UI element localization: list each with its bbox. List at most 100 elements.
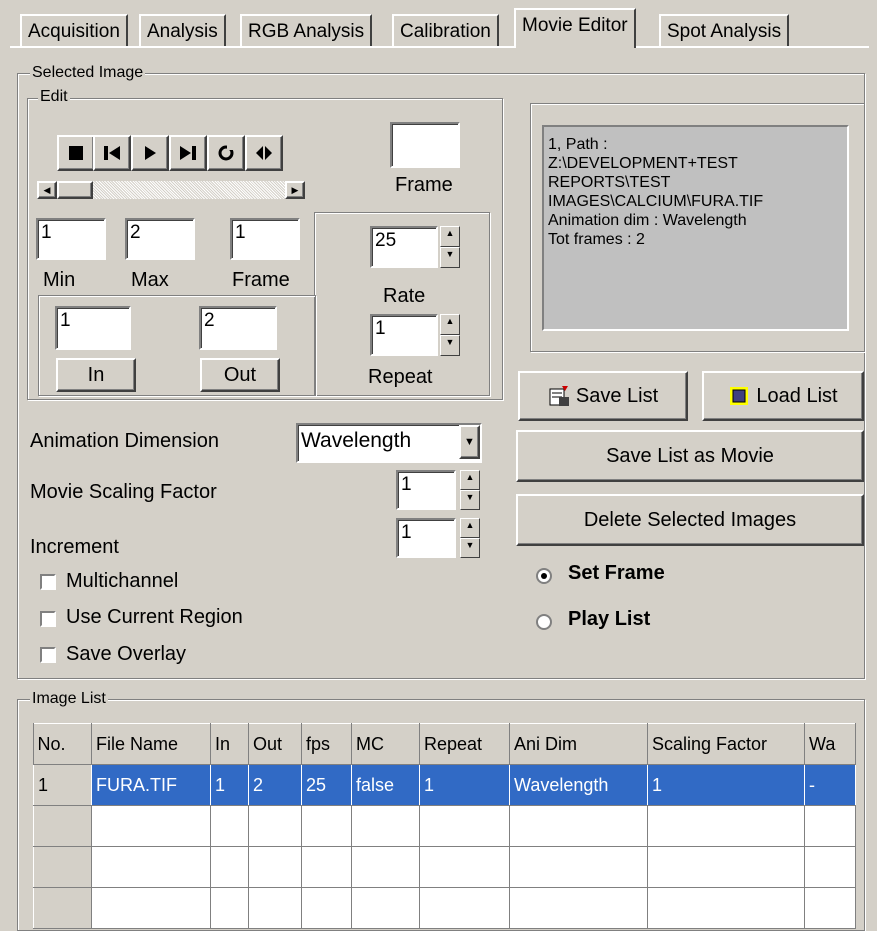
- play-button[interactable]: [131, 135, 169, 171]
- tab-spot-analysis[interactable]: Spot Analysis: [659, 14, 790, 46]
- dropdown-button[interactable]: ▼: [459, 425, 480, 459]
- scroll-left-button[interactable]: ◀: [37, 181, 57, 199]
- repeat-field[interactable]: 1: [370, 314, 438, 356]
- play-list-radio[interactable]: [536, 614, 552, 630]
- min-field[interactable]: 1: [36, 218, 106, 260]
- spin-up-icon[interactable]: ▲: [460, 470, 480, 490]
- table-cell: [419, 846, 510, 888]
- table-cell: FURA.TIF: [91, 764, 211, 806]
- loop-button[interactable]: [207, 135, 245, 171]
- column-header[interactable]: fps: [301, 723, 352, 765]
- rate-field[interactable]: 25: [370, 226, 438, 268]
- spin-down-icon[interactable]: ▼: [460, 490, 480, 510]
- column-header[interactable]: Wa: [804, 723, 856, 765]
- load-list-label: Load List: [756, 384, 838, 407]
- tab-label: Calibration: [400, 21, 491, 42]
- movie-scaling-field[interactable]: 1: [396, 470, 456, 510]
- increment-spinner[interactable]: ▲ ▼: [460, 518, 480, 558]
- info-line: Z:\DEVELOPMENT+TEST: [548, 155, 738, 172]
- play-list-label: Play List: [568, 608, 651, 630]
- use-current-region-checkbox[interactable]: [40, 611, 56, 627]
- tab-movie-editor[interactable]: Movie Editor: [514, 8, 636, 48]
- play-icon: [145, 146, 156, 160]
- save-list-icon: [549, 386, 569, 406]
- image-list-grid[interactable]: No. File Name In Out fps MC Repeat Ani D…: [33, 723, 856, 929]
- load-list-button[interactable]: Load List: [702, 371, 864, 421]
- table-cell: 25: [301, 764, 352, 806]
- table-cell: [647, 887, 805, 929]
- tab-rgb-analysis[interactable]: RGB Analysis: [240, 14, 373, 46]
- movie-scaling-label: Movie Scaling Factor: [30, 481, 217, 503]
- tab-label: Movie Editor: [522, 15, 628, 36]
- in-field[interactable]: 1: [55, 306, 131, 350]
- column-header[interactable]: In: [210, 723, 249, 765]
- spin-up-icon[interactable]: ▲: [440, 226, 460, 247]
- scaling-spinner[interactable]: ▲ ▼: [460, 470, 480, 510]
- table-row[interactable]: [33, 887, 856, 929]
- tab-calibration[interactable]: Calibration: [392, 14, 499, 46]
- column-header[interactable]: Out: [248, 723, 302, 765]
- column-header[interactable]: Ani Dim: [509, 723, 648, 765]
- selected-image-title: Selected Image: [30, 64, 146, 81]
- delete-selected-images-button[interactable]: Delete Selected Images: [516, 494, 864, 546]
- table-row[interactable]: [33, 805, 856, 847]
- scroll-thumb[interactable]: [57, 181, 93, 199]
- column-header[interactable]: Scaling Factor: [647, 723, 805, 765]
- multichannel-checkbox[interactable]: [40, 574, 56, 590]
- table-cell: [301, 805, 352, 847]
- table-cell: [419, 805, 510, 847]
- table-cell: [804, 887, 856, 929]
- save-list-as-movie-button[interactable]: Save List as Movie: [516, 430, 864, 482]
- set-frame-radio[interactable]: [536, 568, 552, 584]
- table-cell: [419, 887, 510, 929]
- spin-down-icon[interactable]: ▼: [460, 538, 480, 558]
- info-line: REPORTS\TEST: [548, 174, 671, 191]
- stop-icon: [69, 146, 83, 160]
- table-cell: 2: [248, 764, 302, 806]
- table-cell: [91, 887, 211, 929]
- last-frame-button[interactable]: [169, 135, 207, 171]
- table-cell: [351, 887, 420, 929]
- frame-display-field[interactable]: [390, 122, 460, 168]
- image-info-box: 1, Path : Z:\DEVELOPMENT+TEST REPORTS\TE…: [542, 125, 849, 331]
- max-field[interactable]: 2: [125, 218, 195, 260]
- table-row[interactable]: [33, 846, 856, 888]
- repeat-spinner[interactable]: ▲ ▼: [440, 314, 460, 356]
- save-overlay-checkbox[interactable]: [40, 647, 56, 663]
- spin-up-icon[interactable]: ▲: [440, 314, 460, 335]
- spin-up-icon[interactable]: ▲: [460, 518, 480, 538]
- table-row[interactable]: 1 FURA.TIF 1 2 25 false 1 Wavelength 1 -: [33, 764, 856, 806]
- tab-label: Acquisition: [28, 21, 120, 42]
- table-cell: [248, 887, 302, 929]
- save-list-button[interactable]: Save List: [518, 371, 688, 421]
- first-frame-button[interactable]: [93, 135, 131, 171]
- column-header[interactable]: File Name: [91, 723, 211, 765]
- skip-forward-icon: [180, 146, 196, 160]
- animation-dimension-label: Animation Dimension: [30, 430, 219, 452]
- animation-dimension-select[interactable]: Wavelength: [296, 423, 482, 463]
- frame-field[interactable]: 1: [230, 218, 300, 260]
- frame-scrollbar[interactable]: ◀ ▶: [36, 180, 306, 200]
- tab-analysis[interactable]: Analysis: [139, 14, 226, 46]
- column-header[interactable]: Repeat: [419, 723, 510, 765]
- column-header[interactable]: No.: [33, 723, 92, 765]
- info-line: IMAGES\CALCIUM\FURA.TIF: [548, 193, 764, 210]
- repeat-label: Repeat: [368, 366, 433, 388]
- scroll-right-button[interactable]: ▶: [285, 181, 305, 199]
- tab-label: Analysis: [147, 21, 218, 42]
- spin-down-icon[interactable]: ▼: [440, 335, 460, 356]
- table-cell: [647, 846, 805, 888]
- out-button[interactable]: Out: [200, 358, 280, 392]
- increment-label: Increment: [30, 536, 119, 558]
- bounce-button[interactable]: [245, 135, 283, 171]
- in-button[interactable]: In: [56, 358, 136, 392]
- table-cell: [210, 887, 249, 929]
- tab-acquisition[interactable]: Acquisition: [20, 14, 128, 46]
- spin-down-icon[interactable]: ▼: [440, 247, 460, 268]
- column-header[interactable]: MC: [351, 723, 420, 765]
- increment-field[interactable]: 1: [396, 518, 456, 558]
- out-field[interactable]: 2: [199, 306, 277, 350]
- table-cell: [210, 805, 249, 847]
- rate-spinner[interactable]: ▲ ▼: [440, 226, 460, 268]
- stop-button[interactable]: [57, 135, 95, 171]
